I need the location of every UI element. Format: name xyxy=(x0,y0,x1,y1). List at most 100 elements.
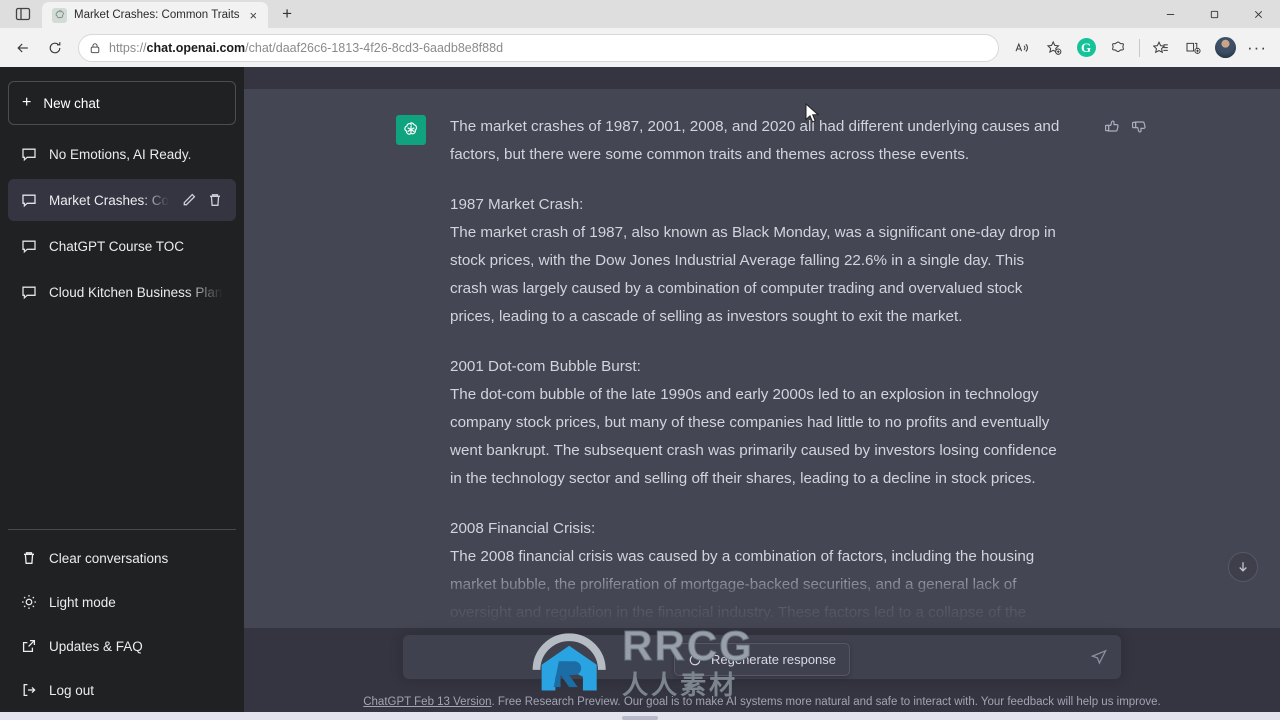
clear-conversations-button[interactable]: Clear conversations xyxy=(8,536,236,580)
logout-icon xyxy=(21,682,37,698)
log-out-label: Log out xyxy=(49,682,95,698)
message-feedback-actions xyxy=(1104,118,1148,628)
plus-icon: + xyxy=(22,94,32,111)
browser-essentials-icon xyxy=(1112,41,1124,52)
light-mode-button[interactable]: Light mode xyxy=(8,580,236,624)
external-link-icon xyxy=(21,638,37,654)
conversation-label: Market Crashes: Comm xyxy=(49,192,169,208)
browser-toolbar: https://chat.openai.com/chat/daaf26c6-18… xyxy=(0,28,1280,67)
settings-and-more-button[interactable]: ··· xyxy=(1242,33,1272,63)
profile-avatar xyxy=(1214,37,1236,58)
profile-button[interactable] xyxy=(1210,33,1240,63)
regenerate-response-label: Regenerate response xyxy=(710,652,837,667)
chat-bubble-icon xyxy=(21,284,37,300)
collections-icon xyxy=(1153,40,1168,53)
browser-chrome: Market Crashes: Common Traits × + https:… xyxy=(0,0,1280,67)
new-chat-label: New chat xyxy=(43,95,100,111)
scroll-to-bottom-button[interactable] xyxy=(1228,552,1258,582)
back-button[interactable] xyxy=(8,33,38,63)
mouse-cursor xyxy=(805,102,821,130)
window-minimize-button[interactable] xyxy=(1148,0,1192,28)
conversation-label: No Emotions, AI Ready. xyxy=(49,146,192,162)
openai-logo-icon xyxy=(52,7,67,23)
tab-close-button[interactable]: × xyxy=(247,7,261,24)
tab-title: Market Crashes: Common Traits xyxy=(74,9,240,21)
previous-message-fade xyxy=(244,67,1280,89)
trash-icon[interactable] xyxy=(207,192,223,208)
tab-layout-icon xyxy=(15,7,31,21)
paragraph-1987: The market crash of 1987, also known as … xyxy=(450,224,1056,325)
sidebar: + New chat No Emotions, AI Ready. Market… xyxy=(0,67,244,720)
conversation-label: Cloud Kitchen Business Plan xyxy=(49,284,223,300)
refresh-icon xyxy=(689,654,701,665)
new-tab-button[interactable]: + xyxy=(274,1,300,27)
grammarly-extension-button[interactable]: G xyxy=(1071,33,1101,63)
log-out-button[interactable]: Log out xyxy=(8,668,236,712)
conversation-item-cloud-kitchen[interactable]: Cloud Kitchen Business Plan xyxy=(8,271,236,313)
conversation-item-chatgpt-course-toc[interactable]: ChatGPT Course TOC xyxy=(8,225,236,267)
window-maximize-button[interactable] xyxy=(1192,0,1236,28)
read-aloud-icon xyxy=(1015,42,1028,52)
assistant-message: The market crashes of 1987, 2001, 2008, … xyxy=(244,89,1280,628)
regenerate-response-button[interactable]: Regenerate response xyxy=(673,643,851,676)
add-favorite-icon xyxy=(1046,40,1062,55)
new-chat-button[interactable]: + New chat xyxy=(8,81,236,125)
toolbar-divider xyxy=(1139,38,1140,57)
reload-button[interactable] xyxy=(40,33,70,63)
regenerate-response-wrapper: Regenerate response xyxy=(244,643,1280,676)
down-arrow-icon xyxy=(1239,562,1247,572)
conversation-label: ChatGPT Course TOC xyxy=(49,238,185,254)
browser-essentials-button[interactable] xyxy=(1103,33,1133,63)
paragraph-intro: The market crashes of 1987, 2001, 2008, … xyxy=(450,118,1060,163)
footer-text: . Free Research Preview. Our goal is to … xyxy=(491,696,1161,708)
light-mode-label: Light mode xyxy=(49,594,116,610)
pencil-icon[interactable] xyxy=(181,192,197,208)
collections-button[interactable] xyxy=(1146,33,1176,63)
chatgpt-app: + New chat No Emotions, AI Ready. Market… xyxy=(0,67,1280,720)
refresh-icon xyxy=(49,41,61,53)
split-screen-button[interactable] xyxy=(1178,33,1208,63)
thumbs-up-icon[interactable] xyxy=(1104,118,1121,135)
lock-icon xyxy=(89,42,101,54)
minimize-icon xyxy=(1166,13,1174,15)
heading-1987: 1987 Market Crash: xyxy=(450,196,584,213)
thumbs-down-icon[interactable] xyxy=(1131,118,1148,135)
chat-bubble-icon xyxy=(21,146,37,162)
url-text: https://chat.openai.com/chat/daaf26c6-18… xyxy=(109,40,504,55)
taskbar-strip xyxy=(0,712,1280,720)
message-thread: The market crashes of 1987, 2001, 2008, … xyxy=(244,89,1280,628)
conversation-item-market-crashes[interactable]: Market Crashes: Comm xyxy=(8,179,236,221)
grammarly-icon: G xyxy=(1076,38,1096,57)
split-screen-icon xyxy=(1186,42,1201,54)
version-link[interactable]: ChatGPT Feb 13 Version xyxy=(363,696,491,708)
add-favorite-button[interactable] xyxy=(1039,33,1069,63)
read-aloud-button[interactable] xyxy=(1007,33,1037,63)
sun-icon xyxy=(21,594,37,610)
tab-strip: Market Crashes: Common Traits × + xyxy=(0,0,1280,28)
address-bar[interactable]: https://chat.openai.com/chat/daaf26c6-18… xyxy=(78,33,999,62)
browser-tab[interactable]: Market Crashes: Common Traits × xyxy=(42,2,269,28)
maximize-icon xyxy=(1210,10,1218,18)
paragraph-2008: The 2008 financial crisis was caused by … xyxy=(450,548,1035,621)
openai-logo-icon xyxy=(396,115,426,145)
conversation-item-no-emotions[interactable]: No Emotions, AI Ready. xyxy=(8,133,236,175)
paragraph-2001: The dot-com bubble of the late 1990s and… xyxy=(450,386,1057,487)
chat-bubble-icon xyxy=(21,192,37,208)
tab-actions-button[interactable] xyxy=(4,1,42,27)
window-close-button[interactable] xyxy=(1236,0,1280,28)
back-arrow-icon xyxy=(17,43,28,52)
chat-bubble-icon xyxy=(21,238,37,254)
conversation-list: No Emotions, AI Ready. Market Crashes: C… xyxy=(8,133,236,313)
updates-and-faq-label: Updates & FAQ xyxy=(49,638,143,654)
message-text: The market crashes of 1987, 2001, 2008, … xyxy=(450,113,1062,628)
clear-conversations-label: Clear conversations xyxy=(49,550,169,566)
heading-2008: 2008 Financial Crisis: xyxy=(450,520,596,537)
trash-icon xyxy=(21,550,37,566)
conversation-actions xyxy=(181,192,223,208)
window-controls xyxy=(1148,0,1280,28)
close-icon xyxy=(1254,10,1262,18)
main-content: The market crashes of 1987, 2001, 2008, … xyxy=(244,67,1280,720)
heading-2001: 2001 Dot-com Bubble Burst: xyxy=(450,358,641,375)
updates-and-faq-button[interactable]: Updates & FAQ xyxy=(8,624,236,668)
